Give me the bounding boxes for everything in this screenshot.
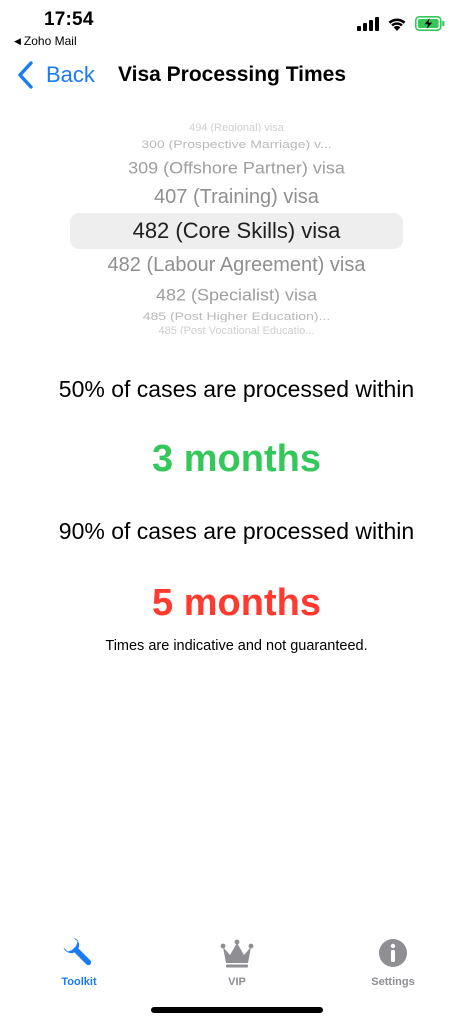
picker-item[interactable]: 407 (Training) visa bbox=[0, 186, 473, 209]
crown-icon bbox=[220, 939, 254, 968]
wrench-icon bbox=[63, 937, 92, 966]
back-button[interactable]: Back bbox=[14, 60, 95, 90]
tab-bar: Toolkit VIP Settings bbox=[0, 930, 473, 1000]
navigation-bar: Back Visa Processing Times bbox=[0, 52, 473, 100]
info-icon bbox=[379, 939, 407, 967]
back-to-app-link[interactable]: ◀ Zoho Mail bbox=[14, 34, 77, 48]
disclaimer-text: Times are indicative and not guaranteed. bbox=[105, 638, 368, 654]
visa-processing-times-screen: 17:54 ◀ Zoho Mail Back Visa Processing T… bbox=[0, 0, 473, 1024]
picker-item[interactable]: 482 (Labour Agreement) visa bbox=[0, 254, 473, 277]
status-time: 17:54 bbox=[44, 9, 94, 30]
visa-picker[interactable]: 494 (Regional) visa 300 (Prospective Mar… bbox=[0, 122, 473, 334]
back-button-label: Back bbox=[46, 62, 95, 87]
result-90-value: 5 months bbox=[152, 582, 321, 624]
picker-item[interactable]: 300 (Prospective Marriage) v... bbox=[0, 138, 473, 150]
tab-settings-label: Settings bbox=[371, 976, 415, 988]
wifi-icon bbox=[388, 18, 406, 31]
picker-item[interactable]: 494 (Regional) visa bbox=[0, 122, 473, 132]
result-90-label: 90% of cases are processed within bbox=[58, 518, 415, 544]
picker-item[interactable]: 485 (Post Higher Education)... bbox=[0, 310, 473, 322]
cellular-signal-icon bbox=[357, 16, 379, 31]
status-bar: 17:54 ◀ Zoho Mail bbox=[0, 0, 473, 52]
result-50-label: 50% of cases are processed within bbox=[58, 376, 415, 402]
tab-vip[interactable]: VIP bbox=[177, 930, 297, 988]
triangle-left-icon: ◀ bbox=[14, 35, 21, 46]
back-app-label: Zoho Mail bbox=[23, 34, 77, 48]
battery-charging-icon bbox=[415, 16, 445, 31]
chevron-left-icon bbox=[18, 61, 33, 89]
picker-item[interactable]: 309 (Offshore Partner) visa bbox=[0, 159, 473, 178]
tab-toolkit-label: Toolkit bbox=[61, 976, 97, 988]
tab-toolkit[interactable]: Toolkit bbox=[19, 930, 139, 988]
picker-item-selected[interactable]: 482 (Core Skills) visa bbox=[0, 218, 473, 244]
picker-item[interactable]: 485 (Post Vocational Educatio... bbox=[0, 325, 473, 334]
status-icons bbox=[357, 16, 445, 31]
tab-settings[interactable]: Settings bbox=[333, 930, 453, 988]
page-title: Visa Processing Times bbox=[118, 63, 347, 86]
picker-item[interactable]: 482 (Specialist) visa bbox=[0, 286, 473, 305]
tab-vip-label: VIP bbox=[228, 976, 246, 988]
result-50-value: 3 months bbox=[152, 438, 321, 480]
home-indicator[interactable] bbox=[151, 1007, 323, 1013]
